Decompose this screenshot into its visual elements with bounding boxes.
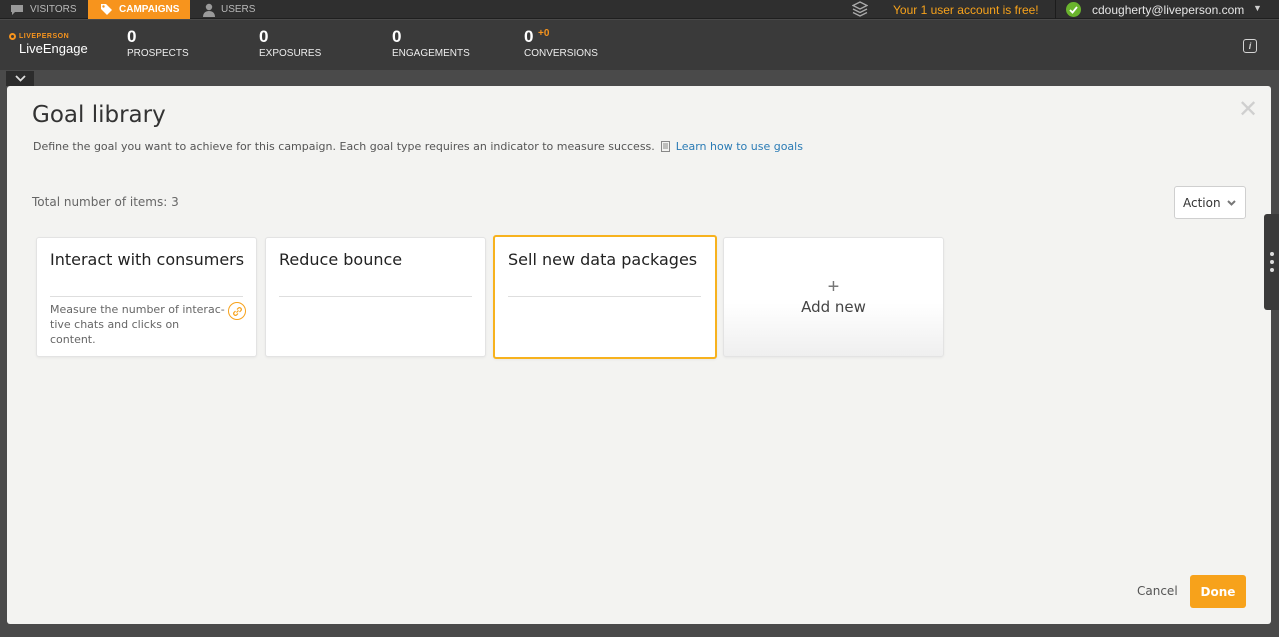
stats-bar: LIVEPERSON LiveEngage 0 PROSPECTS 0 EXPO… bbox=[0, 20, 1279, 70]
card-description: Measure the number of interac-tive chats… bbox=[50, 303, 225, 346]
modal-description: Define the goal you want to achieve for … bbox=[33, 140, 803, 153]
tab-users[interactable]: USERS bbox=[201, 0, 255, 19]
done-button[interactable]: Done bbox=[1190, 575, 1246, 608]
add-new-label: Add new bbox=[801, 298, 866, 316]
chevron-down-icon bbox=[14, 75, 26, 82]
status-check-icon bbox=[1066, 2, 1081, 17]
cancel-button[interactable]: Cancel bbox=[1137, 584, 1178, 598]
brand-logo[interactable]: LIVEPERSON LiveEngage bbox=[9, 33, 88, 56]
stat-label: PROSPECTS bbox=[127, 48, 189, 59]
stat-value: 0 bbox=[127, 27, 137, 46]
description-text: Define the goal you want to achieve for … bbox=[33, 140, 655, 153]
info-icon[interactable]: i bbox=[1243, 39, 1257, 53]
brand-small-label: LIVEPERSON bbox=[19, 33, 70, 40]
tab-campaigns[interactable]: CAMPAIGNS bbox=[88, 0, 190, 19]
tab-visitors[interactable]: VISITORS bbox=[0, 0, 87, 19]
stat-prospects: 0 PROSPECTS bbox=[127, 27, 189, 59]
stat-value: 0 bbox=[259, 27, 269, 46]
handle-dot bbox=[1269, 260, 1274, 264]
side-panel-handle[interactable] bbox=[1264, 214, 1279, 310]
learn-goals-link[interactable]: Learn how to use goals bbox=[676, 140, 803, 153]
card-title: Reduce bounce bbox=[279, 250, 403, 269]
add-new-goal-button[interactable]: + Add new bbox=[723, 237, 944, 357]
card-divider bbox=[279, 296, 472, 297]
goal-library-modal: ✕ Goal library Define the goal you want … bbox=[7, 86, 1271, 624]
card-title: Sell new data packages bbox=[508, 250, 698, 269]
user-icon bbox=[203, 3, 215, 17]
card-divider bbox=[508, 296, 701, 297]
stat-exposures: 0 EXPOSURES bbox=[259, 27, 321, 59]
goal-card-reduce-bounce[interactable]: Reduce bounce bbox=[265, 237, 486, 357]
stat-label: CONVERSIONS bbox=[524, 48, 598, 59]
stat-delta: +0 bbox=[538, 28, 550, 39]
logo-ring-icon bbox=[9, 33, 16, 40]
close-icon[interactable]: ✕ bbox=[1238, 98, 1258, 122]
handle-dot bbox=[1269, 268, 1274, 272]
handle-dot bbox=[1269, 252, 1274, 256]
action-label: Action bbox=[1183, 195, 1221, 210]
stat-conversions: 0 +0 CONVERSIONS bbox=[524, 27, 598, 59]
brand-main-label: LiveEngage bbox=[19, 41, 88, 56]
action-dropdown[interactable]: Action bbox=[1174, 186, 1246, 219]
stat-value: 0 bbox=[392, 27, 402, 46]
layers-icon[interactable] bbox=[852, 1, 868, 17]
card-title: Interact with consumers bbox=[50, 250, 245, 269]
link-icon[interactable] bbox=[228, 302, 246, 320]
top-nav: VISITORS CAMPAIGNS USERS Your 1 user acc… bbox=[0, 0, 1279, 19]
card-divider bbox=[50, 296, 243, 297]
tag-icon bbox=[101, 4, 112, 15]
tab-users-label: USERS bbox=[221, 4, 256, 15]
tab-campaigns-label: CAMPAIGNS bbox=[119, 4, 180, 15]
chevron-down-icon[interactable]: ▼ bbox=[1253, 3, 1262, 13]
free-account-message[interactable]: Your 1 user account is free! bbox=[893, 3, 1039, 17]
total-items-count: Total number of items: 3 bbox=[32, 195, 179, 209]
nav-separator bbox=[1055, 0, 1056, 19]
chevron-down-icon bbox=[1226, 199, 1236, 206]
user-menu[interactable]: cdougherty@liveperson.com bbox=[1092, 3, 1244, 17]
page-title: Goal library bbox=[32, 102, 166, 128]
document-icon bbox=[660, 141, 670, 152]
goal-card-sell-data-packages[interactable]: Sell new data packages bbox=[493, 235, 717, 359]
collapse-toggle[interactable] bbox=[6, 71, 34, 86]
plus-icon: + bbox=[827, 276, 840, 298]
chat-bubble-icon bbox=[11, 4, 23, 15]
stat-label: EXPOSURES bbox=[259, 48, 322, 59]
stat-engagements: 0 ENGAGEMENTS bbox=[392, 27, 470, 59]
stat-value: 0 bbox=[524, 27, 534, 46]
stat-label: ENGAGEMENTS bbox=[392, 48, 470, 59]
goal-card-interact[interactable]: Interact with consumers Measure the numb… bbox=[36, 237, 257, 357]
tab-visitors-label: VISITORS bbox=[30, 4, 77, 15]
